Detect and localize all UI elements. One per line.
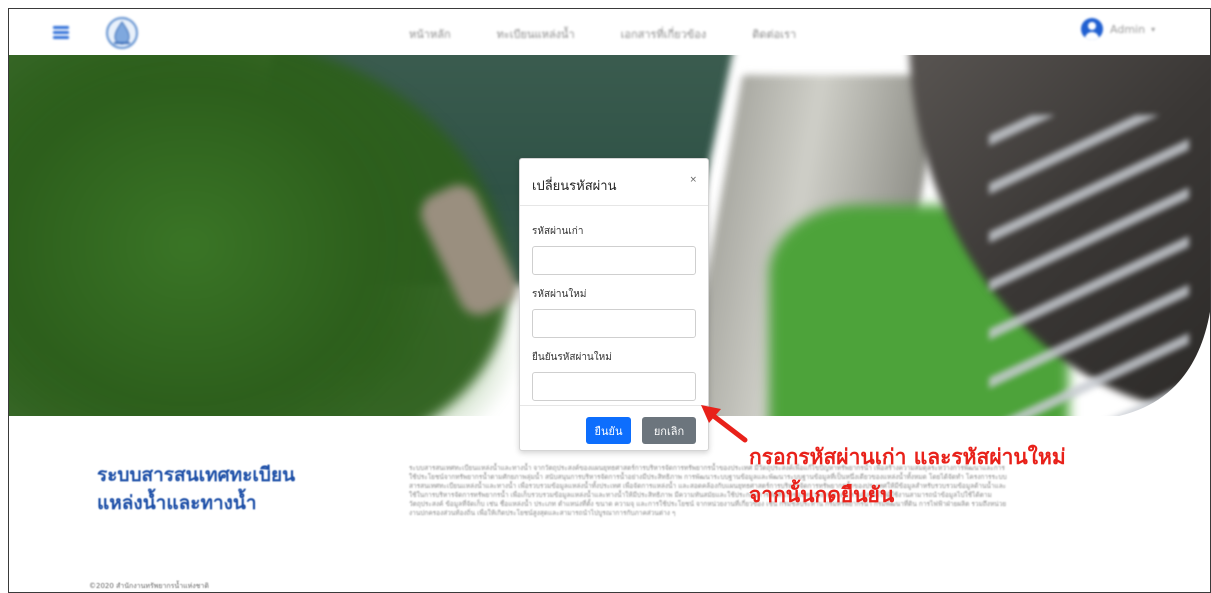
modal-title: เปลี่ยนรหัสผ่าน [532,179,617,194]
agency-logo-icon[interactable] [105,16,139,50]
user-name[interactable]: Admin [1110,23,1145,36]
system-title-line2: แหล่งน้ำและทางน้ำ [97,492,257,514]
chevron-down-icon[interactable]: ▾ [1151,25,1155,34]
user-menu[interactable]: Admin ▾ [1081,18,1155,40]
nav-link-contact[interactable]: ติดต่อเรา [752,25,796,43]
new-password-input[interactable] [532,309,696,338]
modal-footer: ยืนยัน ยกเลิก [520,405,708,450]
nav-link-water-registry[interactable]: ทะเบียนแหล่งน้ำ [497,25,575,43]
confirm-password-input[interactable] [532,372,696,401]
old-password-input[interactable] [532,246,696,275]
hamburger-menu-icon[interactable] [53,26,69,39]
close-icon[interactable]: × [689,175,697,185]
cancel-button[interactable]: ยกเลิก [642,417,696,444]
modal-body: รหัสผ่านเก่า รหัสผ่านใหม่ ยืนยันรหัสผ่าน… [520,206,708,401]
copyright-text: ©2020 สำนักงานทรัพยากรน้ำแห่งชาติ [89,582,209,590]
confirm-button[interactable]: ยืนยัน [586,417,631,444]
system-title: ระบบสารสนเทศทะเบียน แหล่งน้ำและทางน้ำ [97,461,295,517]
modal-header: เปลี่ยนรหัสผ่าน × [520,159,708,206]
user-avatar-icon[interactable] [1081,18,1103,40]
system-title-line1: ระบบสารสนเทศทะเบียน [97,464,296,486]
change-password-modal: เปลี่ยนรหัสผ่าน × รหัสผ่านเก่า รหัสผ่านใ… [519,158,709,451]
nav-link-documents[interactable]: เอกสารที่เกี่ยวข้อง [621,25,707,43]
nav-link-home[interactable]: หน้าหลัก [409,25,451,43]
app-frame: หน้าหลัก ทะเบียนแหล่งน้ำ เอกสารที่เกี่ยว… [8,8,1211,593]
nav-links: หน้าหลัก ทะเบียนแหล่งน้ำ เอกสารที่เกี่ยว… [409,25,842,43]
old-password-label: รหัสผ่านเก่า [532,226,584,237]
new-password-label: รหัสผ่านใหม่ [532,289,587,300]
confirm-password-label: ยืนยันรหัสผ่านใหม่ [532,352,612,363]
top-navbar: หน้าหลัก ทะเบียนแหล่งน้ำ เอกสารที่เกี่ยว… [9,9,1210,55]
penstock-pipes [989,115,1189,416]
annotation-text: กรอกรหัสผ่านเก่า และรหัสผ่านใหม่ จากนั้น… [749,438,1066,514]
annotation-line2: จากนั้นกดยืนยัน [749,483,895,507]
annotation-line1: กรอกรหัสผ่านเก่า และรหัสผ่านใหม่ [749,445,1066,469]
annotation-arrow-icon [701,405,748,443]
